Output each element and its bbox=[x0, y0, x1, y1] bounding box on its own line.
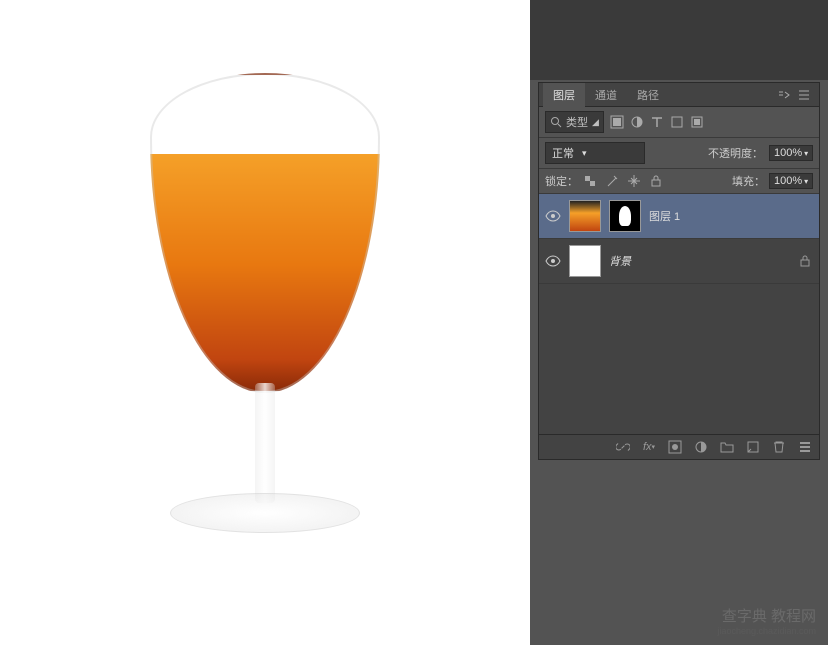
add-mask-icon[interactable] bbox=[667, 439, 683, 455]
tab-channels[interactable]: 通道 bbox=[585, 83, 627, 107]
tab-layers[interactable]: 图层 bbox=[543, 83, 585, 107]
lock-transparency-icon[interactable] bbox=[582, 173, 598, 189]
lock-all-icon[interactable] bbox=[648, 173, 664, 189]
link-layers-icon[interactable] bbox=[615, 439, 631, 455]
collapse-icon[interactable] bbox=[777, 88, 791, 102]
lock-position-icon[interactable] bbox=[626, 173, 642, 189]
filter-shape-icon[interactable] bbox=[670, 115, 684, 129]
layer-row[interactable]: 背景 bbox=[539, 239, 819, 284]
top-dark-area bbox=[530, 0, 828, 80]
layer-effects-icon[interactable]: fx▾ bbox=[641, 439, 657, 455]
watermark: 查字典 教程网 jiaocheng.chazidian.com bbox=[717, 608, 816, 637]
lock-pixels-icon[interactable] bbox=[604, 173, 620, 189]
new-group-icon[interactable] bbox=[719, 439, 735, 455]
glass-base bbox=[170, 493, 360, 533]
opacity-label: 不透明度： bbox=[708, 145, 763, 161]
filter-search[interactable]: 类型 ◢ bbox=[545, 111, 604, 133]
opacity-value: 100% bbox=[774, 147, 802, 159]
watermark-main: 查字典 教程网 bbox=[717, 608, 816, 626]
watermark-sub: jiaocheng.chazidian.com bbox=[717, 626, 816, 637]
filter-type-icon[interactable] bbox=[650, 115, 664, 129]
glass-stem bbox=[255, 383, 275, 503]
panels-sidebar: 图层 通道 路径 类型 ◢ bbox=[530, 0, 828, 645]
visibility-toggle[interactable] bbox=[545, 208, 561, 224]
filter-row: 类型 ◢ bbox=[539, 107, 819, 138]
glass-content-image bbox=[125, 53, 405, 553]
new-adjustment-icon[interactable] bbox=[693, 439, 709, 455]
opacity-input[interactable]: 100% bbox=[769, 145, 813, 161]
canvas-area[interactable] bbox=[0, 0, 530, 645]
layer-name[interactable]: 背景 bbox=[609, 253, 791, 269]
new-layer-icon[interactable] bbox=[745, 439, 761, 455]
delete-layer-icon[interactable] bbox=[771, 439, 787, 455]
visibility-toggle[interactable] bbox=[545, 253, 561, 269]
blend-mode-value: 正常 bbox=[552, 145, 574, 161]
layer-row[interactable]: 图层 1 bbox=[539, 194, 819, 239]
search-icon bbox=[550, 116, 562, 128]
fill-input[interactable]: 100% bbox=[769, 173, 813, 189]
filter-kind-label: 类型 bbox=[566, 114, 588, 130]
fill-value: 100% bbox=[774, 175, 802, 187]
layers-bottom-toolbar: fx▾ bbox=[539, 434, 819, 459]
layer-mask-thumbnail[interactable] bbox=[609, 200, 641, 232]
filter-smart-icon[interactable] bbox=[690, 115, 704, 129]
filter-pixel-icon[interactable] bbox=[610, 115, 624, 129]
blend-opacity-row: 正常 不透明度： 100% bbox=[539, 138, 819, 169]
layer-thumbnail[interactable] bbox=[569, 200, 601, 232]
layers-panel: 图层 通道 路径 类型 ◢ bbox=[538, 82, 820, 460]
panel-tabs: 图层 通道 路径 bbox=[539, 83, 819, 107]
blend-mode-dropdown[interactable]: 正常 bbox=[545, 142, 645, 164]
lock-label: 锁定： bbox=[545, 173, 578, 189]
layer-name[interactable]: 图层 1 bbox=[649, 208, 813, 224]
filter-adjustment-icon[interactable] bbox=[630, 115, 644, 129]
tab-paths[interactable]: 路径 bbox=[627, 83, 669, 107]
lock-indicator-icon bbox=[799, 255, 813, 267]
lock-row: 锁定： 填充： 100% bbox=[539, 169, 819, 194]
panel-menu-icon[interactable] bbox=[797, 88, 811, 102]
fill-label: 填充： bbox=[732, 173, 765, 189]
layer-thumbnail[interactable] bbox=[569, 245, 601, 277]
glass-bowl bbox=[150, 73, 380, 393]
layers-list: 图层 1 背景 bbox=[539, 194, 819, 434]
bottom-menu-icon[interactable] bbox=[797, 439, 813, 455]
